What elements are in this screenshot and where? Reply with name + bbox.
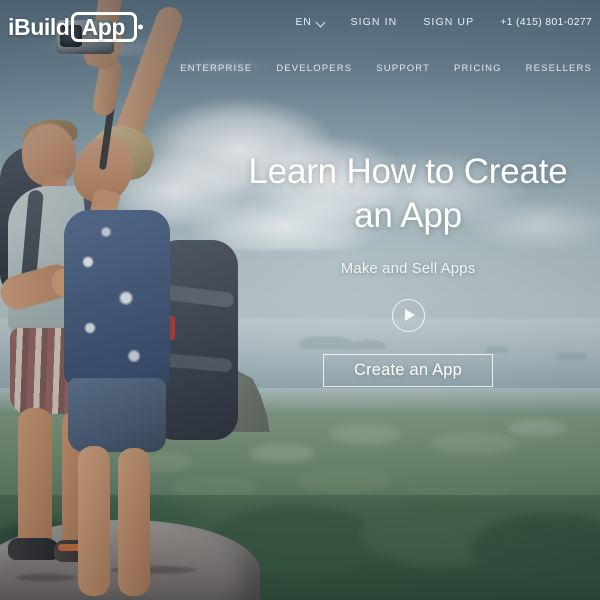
logo-text-app: App: [71, 12, 137, 42]
woman-patterned-top: [64, 210, 170, 386]
field-patch: [330, 424, 400, 444]
site-header: iBuild App EN SIGN IN SIGN UP +1 (415) 8…: [0, 0, 600, 92]
hero-subheadline: Make and Sell Apps: [340, 259, 476, 277]
man-sandal: [8, 538, 60, 560]
play-triangle: [404, 309, 415, 321]
logo[interactable]: iBuild App: [8, 12, 137, 42]
field-patch: [508, 420, 566, 436]
header-utility-bar: EN SIGN IN SIGN UP +1 (415) 801-0277: [296, 16, 592, 28]
sign-up-link[interactable]: SIGN UP: [423, 16, 474, 28]
woman-leg: [78, 446, 110, 596]
nav-item-support[interactable]: SUPPORT: [376, 63, 430, 74]
sign-in-link[interactable]: SIGN IN: [351, 16, 398, 28]
field-patch: [296, 468, 392, 492]
language-selector[interactable]: EN: [296, 16, 325, 28]
woman-shorts: [68, 378, 166, 452]
logo-text-ibuild: iBuild: [8, 13, 70, 40]
phone-number[interactable]: +1 (415) 801-0277: [500, 16, 592, 28]
play-circle-icon[interactable]: [391, 298, 425, 332]
hero-section: Learn How to Create an App Make and Sell…: [216, 150, 600, 387]
language-label: EN: [295, 16, 312, 28]
nav-item-developers[interactable]: DEVELOPERS: [276, 63, 352, 74]
nav-item-resellers[interactable]: RESELLERS: [526, 63, 592, 74]
woman-leg: [118, 448, 150, 596]
chevron-down-icon: [317, 18, 325, 26]
field-patch: [250, 444, 314, 462]
landing-page: iBuild App EN SIGN IN SIGN UP +1 (415) 8…: [0, 0, 600, 600]
hero-headline: Learn How to Create an App: [248, 152, 568, 235]
nav-item-enterprise[interactable]: ENTERPRISE: [180, 63, 252, 74]
nav-item-pricing[interactable]: PRICING: [454, 63, 502, 74]
hikers-couple: [0, 0, 250, 600]
create-an-app-button[interactable]: Create an App: [322, 353, 494, 387]
field-patch: [430, 432, 518, 454]
man-leg: [18, 408, 52, 558]
main-navigation: ENTERPRISE DEVELOPERS SUPPORT PRICING RE…: [180, 63, 592, 74]
